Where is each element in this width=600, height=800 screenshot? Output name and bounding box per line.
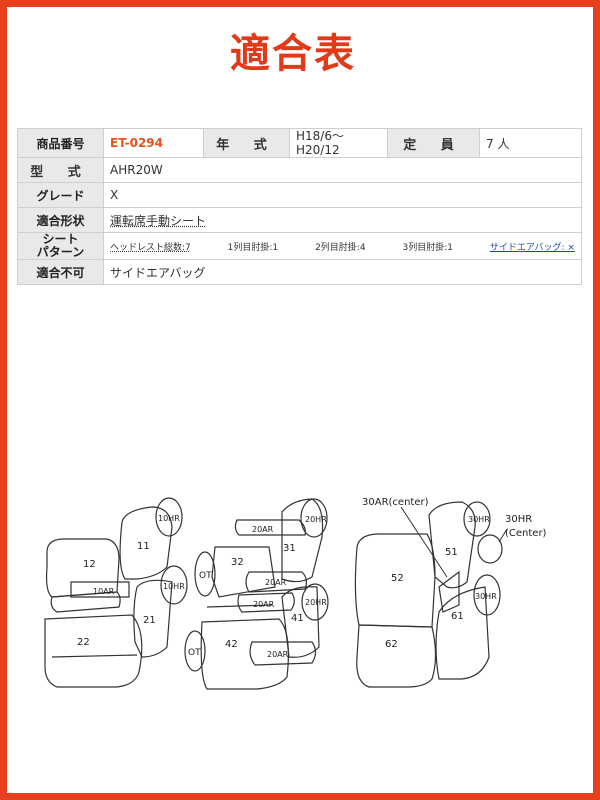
seat-12-label: 12 <box>83 559 96 570</box>
seat-62-label: 62 <box>385 639 398 650</box>
seat-22-label: 22 <box>77 637 90 648</box>
headrest-10hr-2-label: 10HR <box>163 582 185 591</box>
headrest-20hr-mid-label: 20HR <box>305 598 327 607</box>
headrest-30hr-top-label: 30HR <box>468 515 490 524</box>
callout-30hr-line1: 30HR <box>505 514 532 525</box>
armrest-20ar-bot-label: 20AR <box>267 650 289 659</box>
seat-61-label: 61 <box>451 611 464 622</box>
armrest-20ar-mid-2-label: 20AR <box>253 600 275 609</box>
callout-30hr-line2: (Center) <box>505 528 547 539</box>
page-frame: 適合表 商品番号 ET-0294 年 式 H18/6〜 H20/12 定 員 7… <box>7 7 593 793</box>
seat-52-label: 52 <box>391 573 404 584</box>
seat-31-label: 31 <box>283 543 296 554</box>
armrest-10ar-label: 10AR <box>93 587 115 596</box>
ot-2-label: OT <box>188 648 201 658</box>
headrest-30hr-bot-label: 30HR <box>475 592 497 601</box>
seat-41-label: 41 <box>291 613 304 624</box>
armrest-20ar-mid-label: 20AR <box>265 578 287 587</box>
ot-1-label: OT <box>199 571 212 581</box>
seat-diagram: 12 11 10HR 10HR 10AR 21 22 20AR 31 20HR … <box>44 497 547 690</box>
seat-21-label: 21 <box>143 615 156 626</box>
headrest-10hr-label: 10HR <box>158 514 180 523</box>
armrest-20ar-top-label: 20AR <box>252 525 274 534</box>
seat-42-label: 42 <box>225 639 238 650</box>
seat-32-label: 32 <box>231 557 244 568</box>
seat-11-label: 11 <box>137 541 150 552</box>
seat-51-label: 51 <box>445 547 458 558</box>
headrest-20hr-top-label: 20HR <box>305 515 327 524</box>
callout-30ar-label: 30AR(center) <box>362 497 429 508</box>
